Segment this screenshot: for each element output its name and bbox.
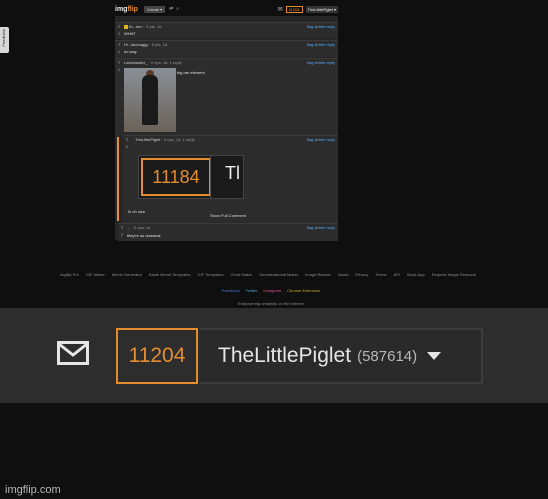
comment-username[interactable]: ...: [127, 225, 130, 230]
points-badge[interactable]: 11204: [116, 328, 198, 384]
footer-link[interactable]: Chart Maker: [230, 272, 252, 277]
comment-image-preview[interactable]: 11184 Tl: [138, 155, 244, 199]
username: TheLittlePiglet: [218, 344, 352, 367]
footer-tagline: Empowering creativity on the internet: [238, 301, 304, 306]
downvote-icon[interactable]: ⇩: [116, 31, 122, 37]
comment: ⇧ ⇩ Hi...lalobaggy · 6 pts, 1d flag dele…: [115, 40, 338, 57]
chrome-extension-link[interactable]: Chrome Extension: [287, 288, 320, 293]
comment-text: they're so classical: [127, 233, 161, 238]
comment-actions[interactable]: flag delete reply: [307, 42, 335, 47]
comment-actions[interactable]: flag delete reply: [307, 137, 335, 142]
footer-link[interactable]: GIF Maker: [86, 272, 105, 277]
mail-icon[interactable]: ✉: [278, 6, 283, 13]
show-full-comment-link[interactable]: Show Full Comment: [210, 213, 246, 218]
search-icon[interactable]: ⌕: [176, 6, 179, 12]
comment: ⇧ ⇩ Kr...ken · 3 pts, 1d flag delete rep…: [115, 22, 338, 38]
user-menu[interactable]: TheLittlePiglet (587614): [200, 328, 483, 384]
downvote-icon[interactable]: ⇩: [116, 67, 122, 73]
footer-link[interactable]: Demotivational Maker: [259, 272, 298, 277]
comment-actions[interactable]: flag delete reply: [307, 24, 335, 29]
upvote-icon[interactable]: ⇧: [116, 42, 122, 48]
footer-social-links: Facebook Twitter Instagram Chrome Extens…: [222, 288, 320, 293]
comment-text: hi oh nice: [128, 209, 146, 214]
chevron-down-icon: [427, 352, 442, 360]
divider: [210, 156, 211, 198]
comment-username[interactable]: Lasertaaker_: [124, 60, 147, 65]
comment: ⇧ ⇩ ... · 0 ups, 1d flag delete reply th…: [118, 223, 338, 241]
points-badge[interactable]: 11204: [285, 5, 303, 13]
avatar: [124, 24, 128, 29]
mail-icon[interactable]: [57, 341, 89, 365]
user-menu[interactable]: TheLittlePiglet ▾: [305, 5, 338, 13]
username-fragment: Tl: [225, 163, 240, 183]
footer-link[interactable]: Request Image Removal: [432, 272, 476, 277]
upvote-icon[interactable]: ⇧: [116, 24, 122, 30]
top-navigation: imgflip Create ▾ ⇄ ⌕ ✉ 11204 TheLittlePi…: [115, 3, 338, 15]
footer-link[interactable]: Terms: [376, 272, 387, 277]
comment-username[interactable]: TheLittlePiglet: [135, 137, 160, 142]
downvote-icon[interactable]: ⇩: [116, 49, 122, 55]
upvote-icon[interactable]: ⇧: [119, 225, 125, 231]
comment-text: big ran element: [177, 70, 205, 75]
meme-image[interactable]: [124, 68, 176, 132]
downvote-icon[interactable]: ⇩: [119, 232, 125, 238]
feedback-tab[interactable]: Feedback: [0, 27, 9, 53]
twitter-link[interactable]: Twitter: [246, 288, 258, 293]
comment-actions[interactable]: flag delete reply: [307, 225, 335, 230]
comment: ⇧ ⇩ Lasertaaker_ · 0 ups, 1d, 1 reply fl…: [115, 58, 338, 135]
footer-link[interactable]: GIF Templates: [198, 272, 224, 277]
user-score: (587614): [357, 347, 418, 365]
reply-thread-line: [117, 137, 119, 221]
comment-username[interactable]: Kr...ken: [129, 24, 143, 29]
facebook-link[interactable]: Facebook: [222, 288, 240, 293]
footer-links: imgflip Pro GIF Maker Meme Generator Bla…: [60, 272, 490, 277]
comments-panel: ⇧ ⇩ Kr...ken · 3 pts, 1d flag delete rep…: [115, 16, 338, 241]
footer-link[interactable]: Meme Generator: [112, 272, 142, 277]
footer-link[interactable]: Blank Meme Templates: [149, 272, 191, 277]
footer-link[interactable]: Image Resizer: [305, 272, 331, 277]
comment-username[interactable]: Hi...lalobaggy: [124, 42, 148, 47]
comment-text: WHAT: [124, 31, 136, 36]
create-button[interactable]: Create ▾: [143, 5, 166, 13]
upvote-icon[interactable]: ⇧: [116, 60, 122, 66]
footer-link[interactable]: imgflip Pro: [60, 272, 79, 277]
downvote-icon[interactable]: ⇩: [124, 144, 130, 150]
shuffle-icon[interactable]: ⇄: [169, 6, 173, 12]
comment-actions[interactable]: flag delete reply: [307, 60, 335, 65]
footer-link[interactable]: API: [393, 272, 399, 277]
comment-text: no way: [124, 49, 137, 54]
footer-link[interactable]: Slack App: [407, 272, 425, 277]
upvote-icon[interactable]: ⇧: [124, 137, 130, 143]
footer-link[interactable]: About: [338, 272, 348, 277]
points-badge: 11184: [141, 158, 211, 196]
instagram-link[interactable]: Instagram: [263, 288, 281, 293]
imgflip-logo[interactable]: imgflip: [115, 6, 138, 13]
footer-link[interactable]: Privacy: [355, 272, 368, 277]
zoomed-header-bar: 11204 TheLittlePiglet (587614): [0, 308, 548, 403]
watermark: imgflip.com: [5, 484, 61, 496]
